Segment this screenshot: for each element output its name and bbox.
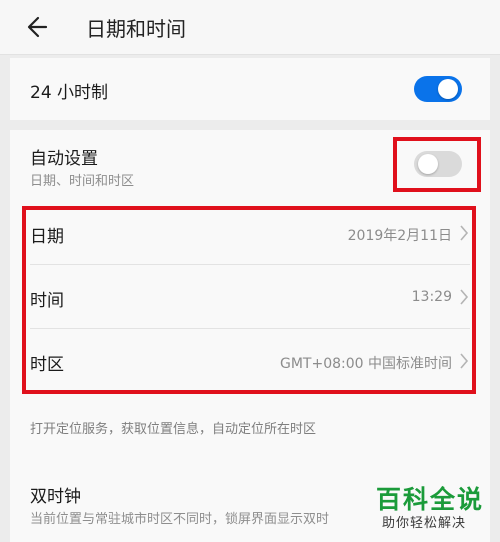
watermark-subtitle: 助你轻松解决: [382, 516, 467, 531]
row-dual-clock-label: 双时钟: [30, 487, 81, 507]
row-24-hour-label: 24 小时制: [30, 83, 109, 103]
toggle-24-hour[interactable]: [414, 76, 462, 102]
app-bar: 日期和时间: [0, 0, 500, 55]
settings-screen: 日期和时间 24 小时制 自动设置 日期、时间和时区 日期 2019年2月11日: [0, 0, 500, 542]
back-button[interactable]: [24, 11, 56, 43]
section-24-hour: 24 小时制: [10, 58, 490, 120]
row-auto-set-label: 自动设置: [30, 149, 98, 169]
highlight-box-rows: [22, 206, 476, 394]
highlight-box-toggle: [393, 137, 481, 192]
arrow-left-icon: [27, 16, 48, 38]
row-24-hour[interactable]: 24 小时制: [10, 58, 490, 120]
page-title: 日期和时间: [86, 17, 186, 41]
watermark-title: 百科全说: [376, 485, 485, 514]
row-auto-set-subtitle: 日期、时间和时区: [30, 174, 135, 189]
row-dual-clock-subtitle: 当前位置与常驻城市时区不同时，锁屏界面显示双时: [30, 512, 330, 527]
location-hint: 打开定位服务，获取位置信息，自动定位所在时区: [30, 422, 317, 437]
toggle-knob: [438, 79, 458, 99]
